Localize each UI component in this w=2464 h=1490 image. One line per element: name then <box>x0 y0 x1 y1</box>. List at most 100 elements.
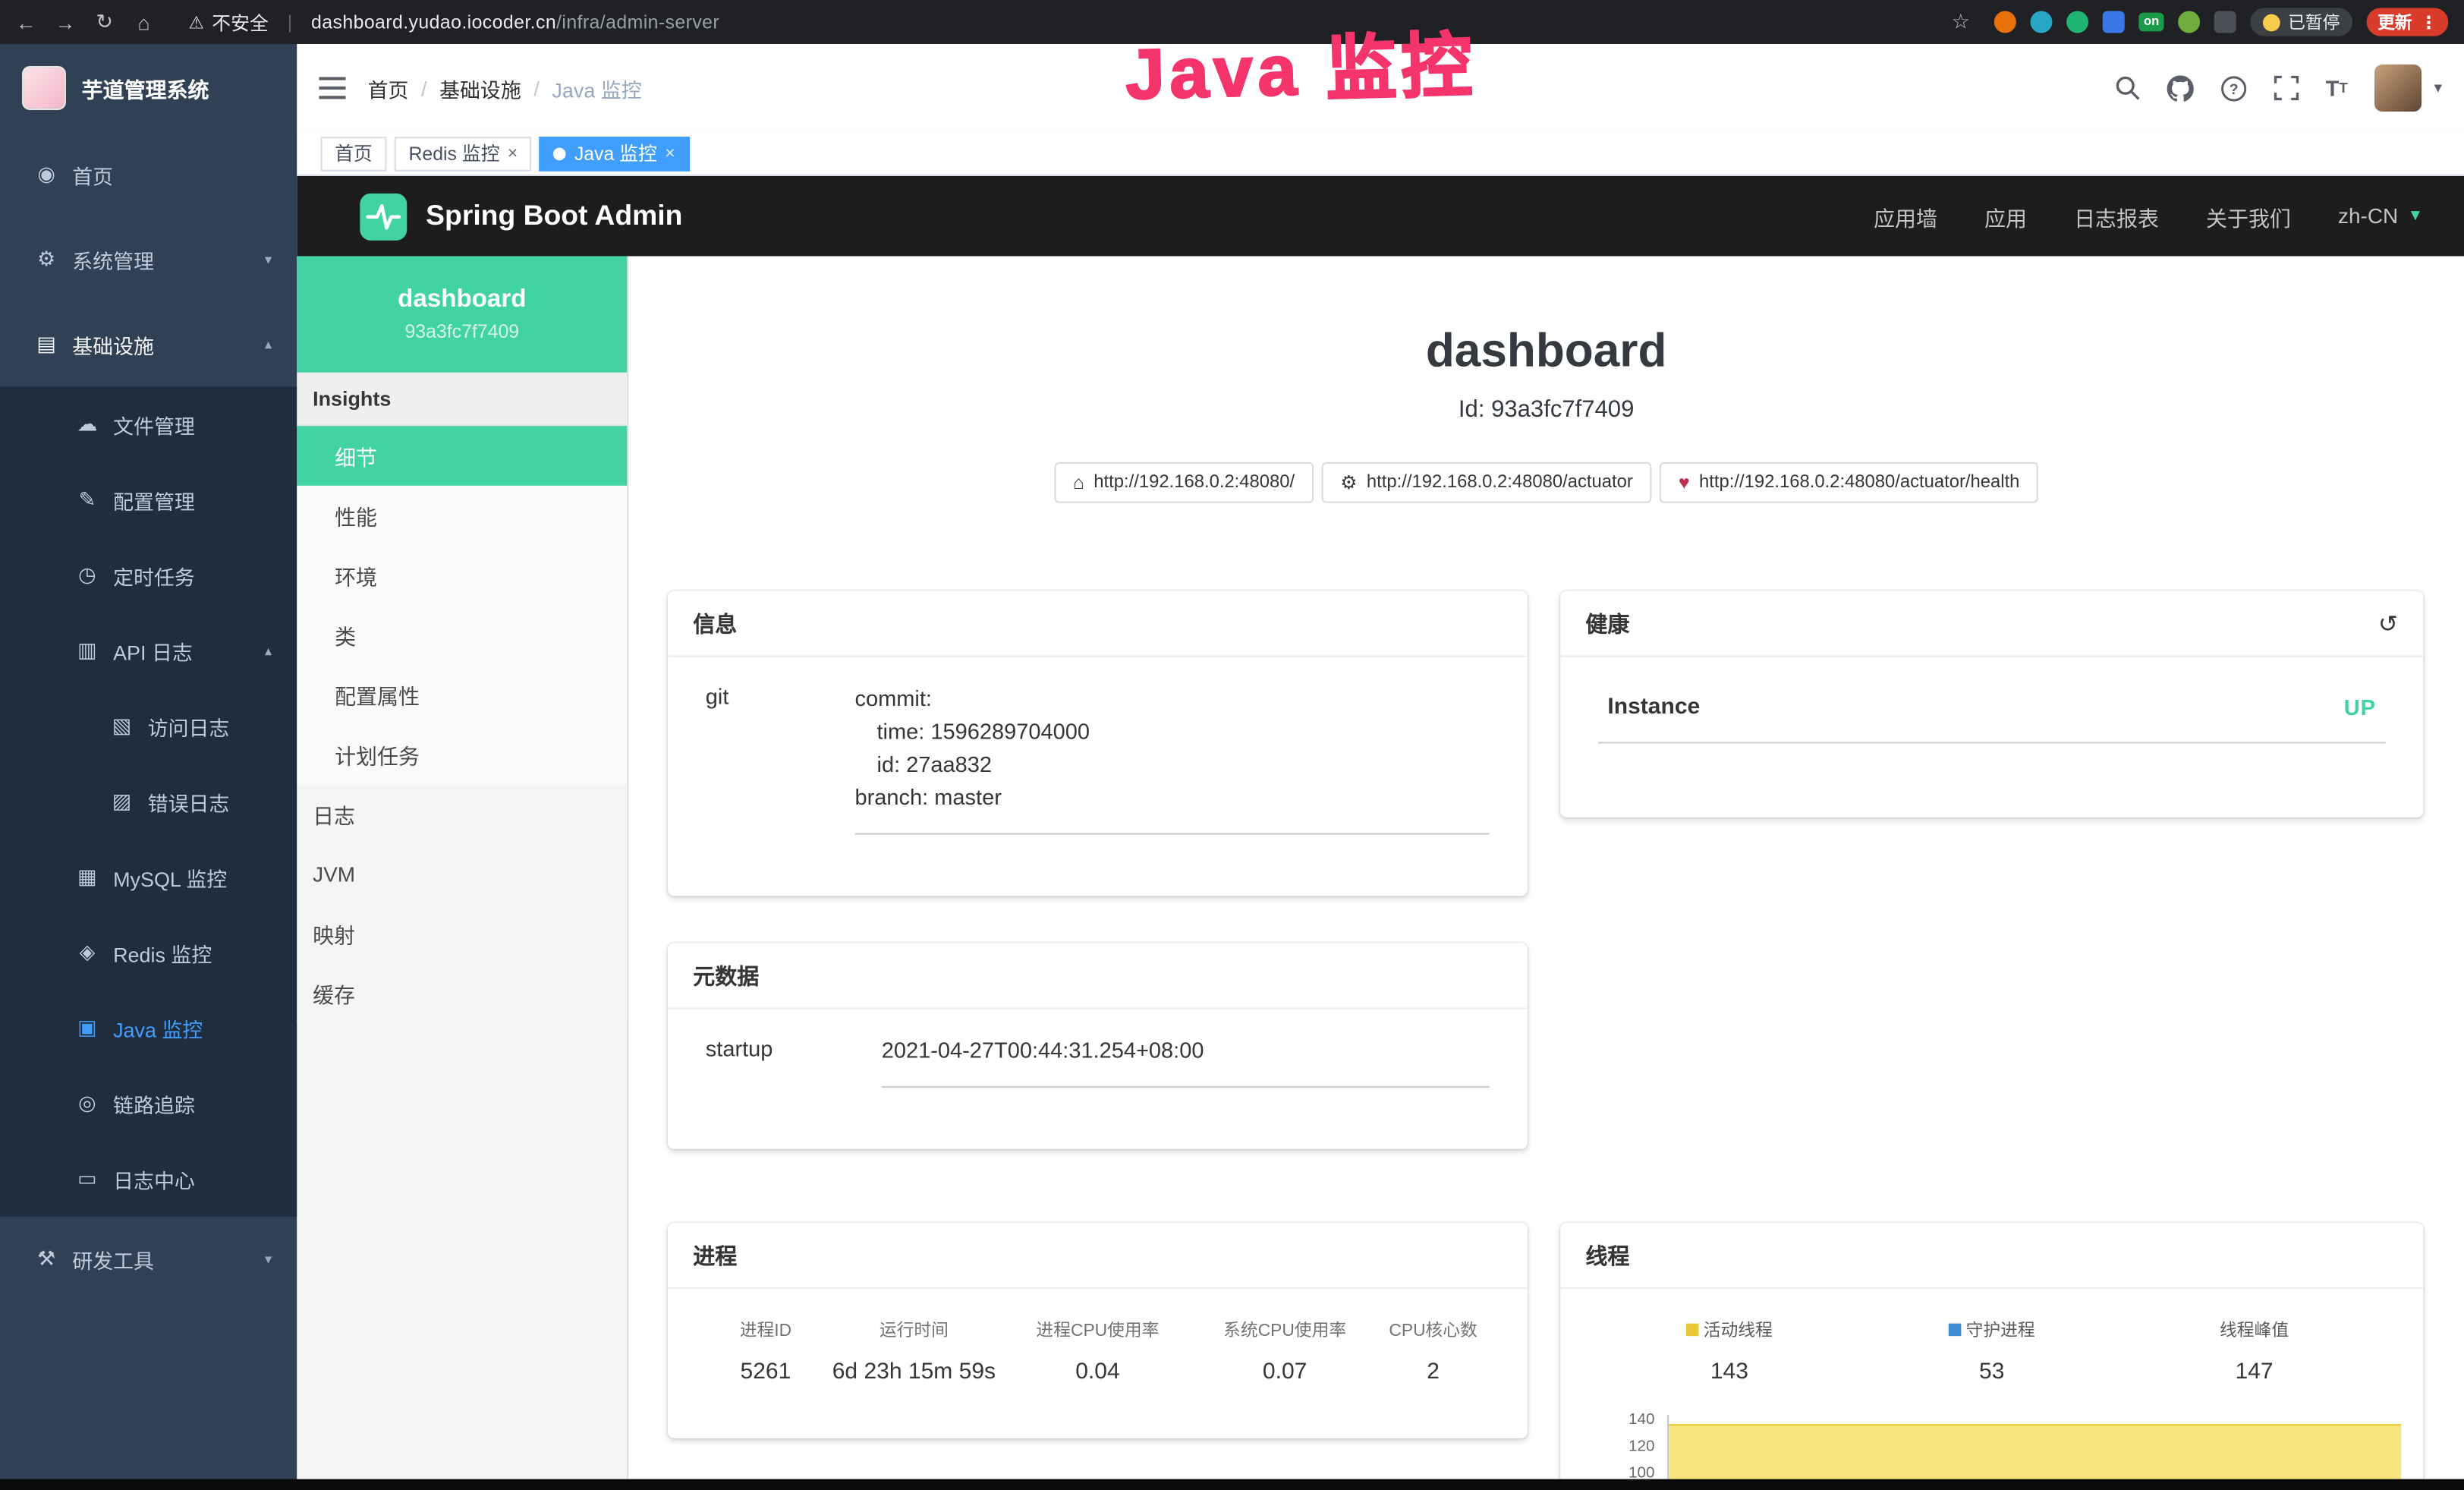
home-icon: ⌂ <box>1073 471 1084 493</box>
sba-nav-about[interactable]: 关于我们 <box>2206 200 2291 232</box>
browser-menu-icon[interactable]: ⋮ <box>2420 12 2437 33</box>
language-selector[interactable]: zh-CN ▼ <box>2338 204 2423 228</box>
extension-icon-1[interactable] <box>1994 11 2016 33</box>
reload-icon[interactable]: ↻ <box>85 9 124 34</box>
sidebar-item-api-logs[interactable]: ▥ API 日志 ▴ <box>0 613 297 688</box>
tab-home[interactable]: 首页 <box>320 136 386 171</box>
sidebar-item-java-monitor[interactable]: ▣ Java 监控 <box>0 991 297 1066</box>
url-path: /infra/admin-server <box>556 11 719 33</box>
avatar[interactable] <box>2374 65 2422 112</box>
sba-item-mappings[interactable]: 映射 <box>297 904 627 964</box>
svg-text:?: ? <box>2229 80 2238 97</box>
fullscreen-icon[interactable] <box>2274 75 2299 100</box>
sba-item-scheduled-tasks[interactable]: 计划任务 <box>297 725 627 785</box>
sidebar-toggle-button[interactable] <box>319 77 345 99</box>
extension-icon-2[interactable] <box>2031 11 2053 33</box>
address-bar[interactable]: ⚠ 不安全 | dashboard.yudao.iocoder.cn/infra… <box>188 8 719 35</box>
sidebar-item-tracing[interactable]: ◎ 链路追踪 <box>0 1066 297 1141</box>
sba-content: dashboard Id: 93a3fc7f7409 ⌂ http://192.… <box>628 257 2464 1490</box>
sba-nav-journal[interactable]: 日志报表 <box>2074 200 2159 232</box>
sba-item-logs[interactable]: 日志 <box>297 784 627 844</box>
git-commit-id: id: 27aa832 <box>855 748 1490 781</box>
process-pid: 5261 <box>706 1359 826 1384</box>
sba-logo-icon <box>360 193 407 240</box>
url-text[interactable]: dashboard.yudao.iocoder.cn/infra/admin-s… <box>311 11 719 33</box>
sidebar-item-file-mgmt[interactable]: ☁ 文件管理 <box>0 386 297 461</box>
screen-bottom-strip <box>0 1479 2464 1490</box>
breadcrumb-home[interactable]: 首页 <box>368 73 409 102</box>
history-icon[interactable]: ↺ <box>2378 609 2398 637</box>
service-url-button[interactable]: ⌂ http://192.168.0.2:48080/ <box>1054 462 1314 503</box>
process-table: 进程ID 5261 运行时间 6d 23h 15m 59s 进程CPU使用率 <box>706 1314 1490 1384</box>
mysql-icon: ▦ <box>75 865 99 890</box>
info-card-title: 信息 <box>668 591 1528 657</box>
y-tick-120: 120 <box>1598 1438 1655 1456</box>
sba-item-metrics[interactable]: 性能 <box>297 486 627 546</box>
paused-label: 已暂停 <box>2288 9 2340 34</box>
help-icon[interactable]: ? <box>2220 74 2247 101</box>
sidebar-item-redis-monitor[interactable]: ◈ Redis 监控 <box>0 915 297 990</box>
sba-item-jvm[interactable]: JVM <box>297 844 627 904</box>
extension-icon-3[interactable] <box>2067 11 2089 33</box>
sidebar-item-access-logs[interactable]: ▧ 访问日志 <box>0 688 297 764</box>
font-size-icon[interactable]: TT <box>2326 77 2348 99</box>
sidebar-item-mysql-monitor[interactable]: ▦ MySQL 监控 <box>0 840 297 915</box>
close-icon[interactable]: × <box>508 143 518 162</box>
process-cpu: 0.04 <box>1002 1359 1193 1384</box>
app-logo-row[interactable]: 芋道管理系统 <box>0 44 297 132</box>
extension-on-badge[interactable]: on <box>2139 13 2164 32</box>
sidebar-item-scheduled-jobs[interactable]: ◷ 定时任务 <box>0 537 297 613</box>
sba-item-caches[interactable]: 缓存 <box>297 963 627 1023</box>
extensions-puzzle-icon[interactable] <box>2214 11 2236 33</box>
legend-label: 活动线程 <box>1704 1317 1773 1342</box>
sba-item-classes[interactable]: 类 <box>297 605 627 665</box>
file-icon: ☁ <box>75 412 99 437</box>
search-icon[interactable] <box>2115 75 2140 100</box>
sidebar-item-home[interactable]: ◉ 首页 <box>0 132 297 217</box>
tab-label: 首页 <box>335 140 373 166</box>
back-icon[interactable]: ← <box>6 10 46 33</box>
sba-nav-wallboard[interactable]: 应用墙 <box>1874 200 1937 232</box>
bookmark-star-icon[interactable]: ☆ <box>1941 9 1981 34</box>
breadcrumb-infra[interactable]: 基础设施 <box>439 73 521 102</box>
y-tick-140: 140 <box>1598 1412 1655 1429</box>
home-icon[interactable]: ⌂ <box>124 10 164 33</box>
process-uptime: 6d 23h 15m 59s <box>826 1359 1002 1384</box>
paused-badge[interactable]: 已暂停 <box>2250 8 2352 36</box>
app-logo <box>22 66 66 110</box>
access-log-icon: ▧ <box>110 713 134 739</box>
breadcrumb-separator: / <box>533 76 540 99</box>
update-button[interactable]: 更新⋮ <box>2367 8 2449 36</box>
github-icon[interactable] <box>2167 74 2193 101</box>
tab-java-monitor[interactable]: Java 监控 × <box>540 136 689 171</box>
sba-brand[interactable]: Spring Boot Admin <box>360 193 682 240</box>
tab-redis-monitor[interactable]: Redis 监控 × <box>395 136 532 171</box>
daemon-threads-swatch <box>1949 1324 1962 1337</box>
close-icon[interactable]: × <box>665 143 675 162</box>
forward-icon[interactable]: → <box>46 10 85 33</box>
extension-icon-5[interactable] <box>2178 11 2200 33</box>
sidebar-item-config-mgmt[interactable]: ✎ 配置管理 <box>0 462 297 537</box>
gear-icon: ⚙ <box>35 247 58 272</box>
actuator-url-button[interactable]: ⚙ http://192.168.0.2:48080/actuator <box>1321 462 1651 503</box>
sidebar-item-label: API 日志 <box>113 636 193 666</box>
sba-item-details[interactable]: 细节 <box>297 426 627 486</box>
sba-item-config-props[interactable]: 配置属性 <box>297 665 627 725</box>
sba-group-insights[interactable]: Insights <box>297 373 627 426</box>
browser-toolbar: ← → ↻ ⌂ ⚠ 不安全 | dashboard.yudao.iocoder.… <box>0 0 2464 44</box>
sidebar-item-infra[interactable]: ▤ 基础设施 ▴ <box>0 302 297 387</box>
sba-item-environment[interactable]: 环境 <box>297 546 627 606</box>
instance-links: ⌂ http://192.168.0.2:48080/ ⚙ http://192… <box>628 462 2464 503</box>
breadcrumb: 首页 / 基础设施 / Java 监控 <box>368 73 642 102</box>
instance-header[interactable]: dashboard 93a3fc7f7409 <box>297 257 627 373</box>
chevron-down-icon[interactable]: ▾ <box>2434 80 2442 97</box>
sba-nav-applications[interactable]: 应用 <box>1984 200 2027 232</box>
extension-icon-4[interactable] <box>2103 11 2125 33</box>
sidebar-item-log-center[interactable]: ▭ 日志中心 <box>0 1141 297 1216</box>
sidebar-item-system[interactable]: ⚙ 系统管理 ▾ <box>0 217 297 302</box>
git-branch: branch: master <box>855 781 1490 814</box>
actuator-url: http://192.168.0.2:48080/actuator <box>1367 473 1633 492</box>
sidebar-item-error-logs[interactable]: ▨ 错误日志 <box>0 764 297 839</box>
health-url-button[interactable]: ♥ http://192.168.0.2:48080/actuator/heal… <box>1660 462 2038 503</box>
sidebar-item-dev-tools[interactable]: ⚒ 研发工具 ▾ <box>0 1217 297 1302</box>
